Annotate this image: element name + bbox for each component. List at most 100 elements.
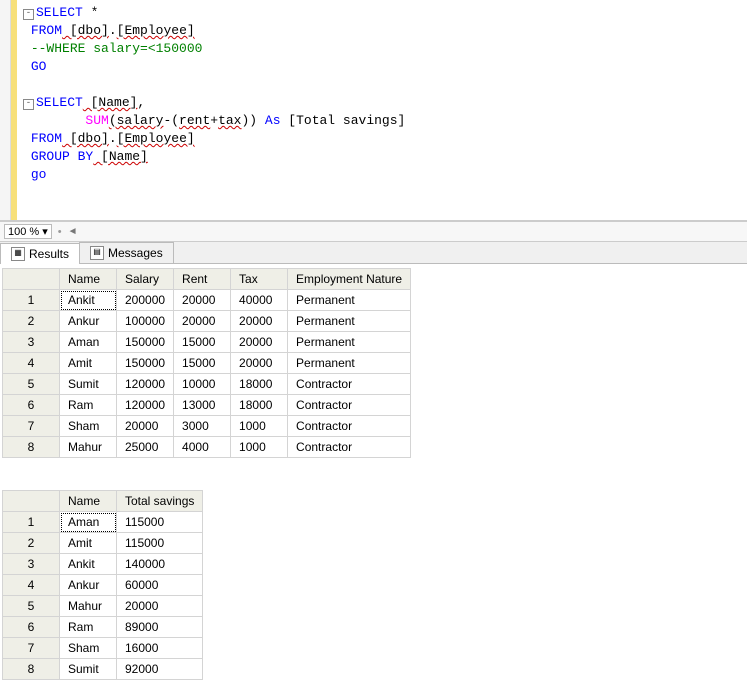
row-number[interactable]: 1 (3, 512, 60, 533)
table-row[interactable]: 6Ram1200001300018000Contractor (3, 395, 411, 416)
cell[interactable]: Amit (60, 353, 117, 374)
cell[interactable]: Aman (60, 512, 117, 533)
table-row[interactable]: 7Sham16000 (3, 638, 203, 659)
cell[interactable]: 20000 (117, 596, 203, 617)
cell[interactable]: Aman (60, 332, 117, 353)
cell[interactable]: Mahur (60, 437, 117, 458)
cell[interactable]: 115000 (117, 533, 203, 554)
table-row[interactable]: 5Sumit1200001000018000Contractor (3, 374, 411, 395)
cell[interactable]: 20000 (174, 311, 231, 332)
row-number[interactable]: 5 (3, 596, 60, 617)
collapse-icon[interactable]: - (23, 99, 34, 110)
row-number[interactable]: 8 (3, 437, 60, 458)
row-number[interactable]: 4 (3, 575, 60, 596)
cell[interactable]: 120000 (117, 395, 174, 416)
cell[interactable]: Sumit (60, 374, 117, 395)
col-rownum[interactable] (3, 269, 60, 290)
cell[interactable]: 92000 (117, 659, 203, 680)
table-row[interactable]: 6Ram89000 (3, 617, 203, 638)
cell[interactable]: 1000 (231, 437, 288, 458)
col-salary[interactable]: Salary (117, 269, 174, 290)
cell[interactable]: Contractor (288, 416, 411, 437)
col-employment-nature[interactable]: Employment Nature (288, 269, 411, 290)
cell[interactable]: 4000 (174, 437, 231, 458)
cell[interactable]: 89000 (117, 617, 203, 638)
zoom-dropdown[interactable]: 100 % ▾ (4, 224, 52, 239)
row-number[interactable]: 8 (3, 659, 60, 680)
row-number[interactable]: 6 (3, 617, 60, 638)
cell[interactable]: 1000 (231, 416, 288, 437)
table-row[interactable]: 3Aman1500001500020000Permanent (3, 332, 411, 353)
tab-messages[interactable]: ▤ Messages (79, 242, 174, 263)
col-rownum[interactable] (3, 491, 60, 512)
col-name[interactable]: Name (60, 269, 117, 290)
sql-code[interactable]: -SELECT * FROM [dbo].[Employee] --WHERE … (17, 0, 411, 220)
table-row[interactable]: 4Amit1500001500020000Permanent (3, 353, 411, 374)
row-number[interactable]: 6 (3, 395, 60, 416)
cell[interactable]: 18000 (231, 374, 288, 395)
cell[interactable]: 20000 (231, 332, 288, 353)
cell[interactable]: Sham (60, 638, 117, 659)
cell[interactable]: 20000 (117, 416, 174, 437)
row-number[interactable]: 3 (3, 332, 60, 353)
cell[interactable]: 120000 (117, 374, 174, 395)
cell[interactable]: 25000 (117, 437, 174, 458)
table-row[interactable]: 1Ankit2000002000040000Permanent (3, 290, 411, 311)
cell[interactable]: 18000 (231, 395, 288, 416)
cell[interactable]: 20000 (231, 311, 288, 332)
cell[interactable]: Ankit (60, 290, 117, 311)
cell[interactable]: 10000 (174, 374, 231, 395)
cell[interactable]: Contractor (288, 437, 411, 458)
cell[interactable]: 115000 (117, 512, 203, 533)
cell[interactable]: Ram (60, 395, 117, 416)
table-row[interactable]: 2Amit115000 (3, 533, 203, 554)
scroll-left-icon[interactable]: ◄ (68, 226, 78, 237)
cell[interactable]: Permanent (288, 290, 411, 311)
col-name[interactable]: Name (60, 491, 117, 512)
cell[interactable]: 140000 (117, 554, 203, 575)
cell[interactable]: 20000 (231, 353, 288, 374)
row-number[interactable]: 7 (3, 638, 60, 659)
cell[interactable]: Contractor (288, 374, 411, 395)
cell[interactable]: Ankur (60, 575, 117, 596)
table-row[interactable]: 4Ankur60000 (3, 575, 203, 596)
collapse-icon[interactable]: - (23, 9, 34, 20)
table-row[interactable]: 5Mahur20000 (3, 596, 203, 617)
row-number[interactable]: 2 (3, 311, 60, 332)
table-row[interactable]: 1Aman115000 (3, 512, 203, 533)
table-row[interactable]: 7Sham2000030001000Contractor (3, 416, 411, 437)
cell[interactable]: Sumit (60, 659, 117, 680)
cell[interactable]: 200000 (117, 290, 174, 311)
cell[interactable]: Ankur (60, 311, 117, 332)
table-row[interactable]: 3Ankit140000 (3, 554, 203, 575)
sql-editor-pane[interactable]: -SELECT * FROM [dbo].[Employee] --WHERE … (0, 0, 747, 221)
cell[interactable]: 60000 (117, 575, 203, 596)
table-row[interactable]: 8Sumit92000 (3, 659, 203, 680)
cell[interactable]: 13000 (174, 395, 231, 416)
cell[interactable]: 20000 (174, 290, 231, 311)
cell[interactable]: 16000 (117, 638, 203, 659)
table-row[interactable]: 8Mahur2500040001000Contractor (3, 437, 411, 458)
cell[interactable]: Amit (60, 533, 117, 554)
cell[interactable]: Permanent (288, 353, 411, 374)
cell[interactable]: Ram (60, 617, 117, 638)
row-number[interactable]: 7 (3, 416, 60, 437)
cell[interactable]: Contractor (288, 395, 411, 416)
cell[interactable]: 100000 (117, 311, 174, 332)
tab-results[interactable]: ▦ Results (0, 243, 80, 264)
cell[interactable]: 150000 (117, 332, 174, 353)
row-number[interactable]: 2 (3, 533, 60, 554)
table-row[interactable]: 2Ankur1000002000020000Permanent (3, 311, 411, 332)
col-total-savings[interactable]: Total savings (117, 491, 203, 512)
cell[interactable]: 15000 (174, 332, 231, 353)
cell[interactable]: 15000 (174, 353, 231, 374)
cell[interactable]: Permanent (288, 332, 411, 353)
col-rent[interactable]: Rent (174, 269, 231, 290)
row-number[interactable]: 5 (3, 374, 60, 395)
cell[interactable]: Mahur (60, 596, 117, 617)
col-tax[interactable]: Tax (231, 269, 288, 290)
cell[interactable]: Ankit (60, 554, 117, 575)
cell[interactable]: 150000 (117, 353, 174, 374)
cell[interactable]: Permanent (288, 311, 411, 332)
row-number[interactable]: 3 (3, 554, 60, 575)
